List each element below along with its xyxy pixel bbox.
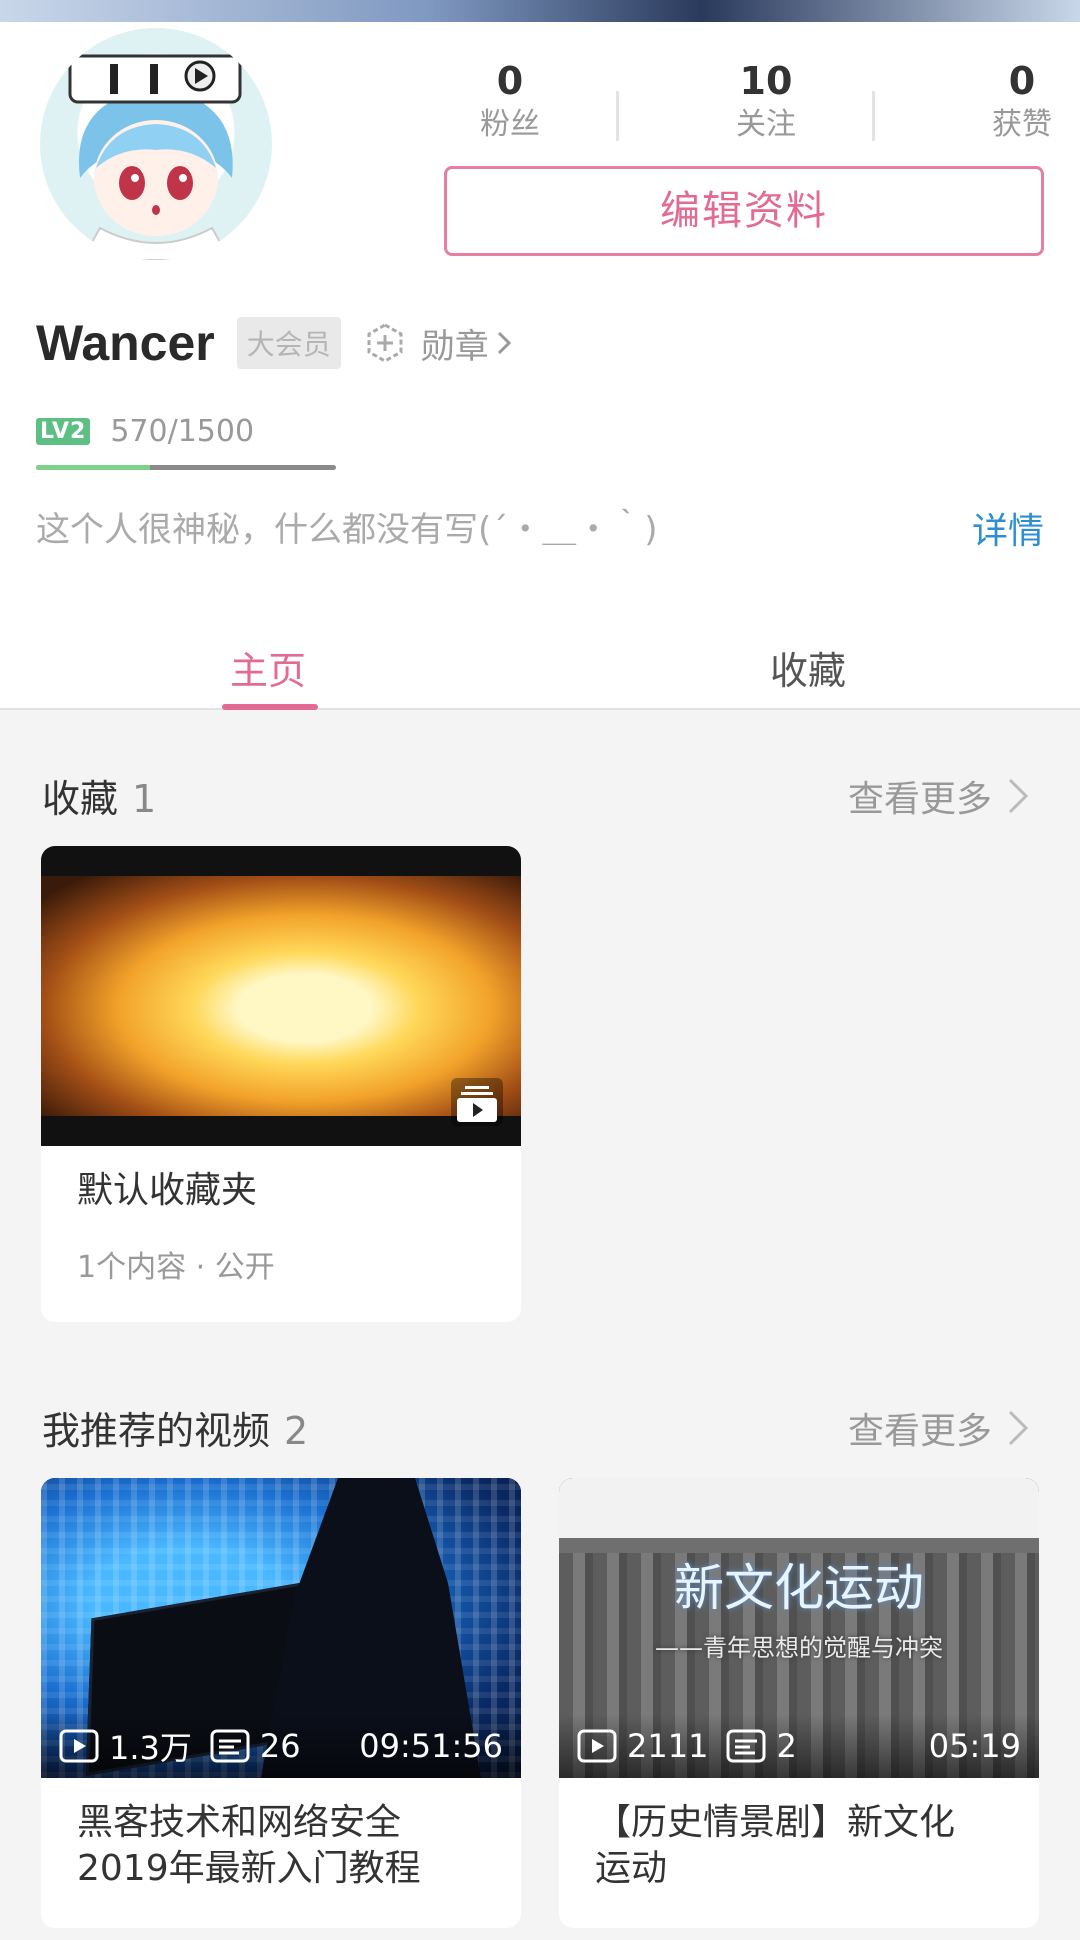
stat-following-value: 10 <box>739 59 793 103</box>
view-count: 2111 <box>577 1727 708 1765</box>
video-title: 黑客技术和网络安全2019年最新入门教程 <box>77 1802 421 1889</box>
detail-link[interactable]: 详情 <box>972 502 1044 554</box>
danmaku-icon <box>726 1729 766 1763</box>
stat-likes-label: 获赞 <box>992 107 1052 142</box>
avatar-illustration <box>68 54 242 260</box>
recommended-more-link[interactable]: 查看更多 <box>848 1402 1030 1454</box>
profile-tabs: 主页 收藏 <box>0 622 1080 710</box>
folder-title: 默认收藏夹 <box>77 1170 258 1211</box>
level-badge: LV2 <box>36 418 91 445</box>
signature: 这个人很神秘，什么都没有写(´・＿・｀) <box>36 510 658 550</box>
view-count: 1.3万 <box>59 1723 192 1769</box>
exp-progress-bar <box>36 465 336 470</box>
active-tab-indicator <box>222 704 318 710</box>
video-meta-overlay: 2111 2 05:19 <box>559 1714 1039 1778</box>
folder-thumbnail-image <box>41 876 521 1116</box>
video-card[interactable]: 新文化运动 ——青年思想的觉醒与冲突 2111 2 05:19 【历史情景剧】新… <box>559 1478 1039 1928</box>
stat-divider <box>616 91 619 141</box>
recommended-title: 我推荐的视频 <box>42 1409 271 1453</box>
view-count-value: 1.3万 <box>109 1729 192 1767</box>
stat-fans[interactable]: 0 粉丝 <box>440 57 580 145</box>
stat-likes[interactable]: 0 获赞 <box>952 57 1080 145</box>
medal-link[interactable]: 勋章 <box>365 319 513 368</box>
folder-subtitle: 1个内容 · 公开 <box>77 1250 275 1285</box>
danmaku-count-value: 26 <box>259 1727 301 1765</box>
recommended-count: 2 <box>284 1409 309 1453</box>
video-duration: 09:51:56 <box>359 1727 503 1765</box>
chevron-right-icon <box>1008 778 1029 814</box>
chevron-right-icon <box>1008 1410 1029 1446</box>
video-thumbnail: 1.3万 26 09:51:56 <box>41 1478 521 1778</box>
name-row: Wancer 大会员 勋章 <box>36 308 513 378</box>
view-count-value: 2111 <box>627 1727 709 1765</box>
video-thumbnail: 新文化运动 ——青年思想的觉醒与冲突 2111 2 05:19 <box>559 1478 1039 1778</box>
exp-text: 570/1500 <box>110 414 255 449</box>
favorites-count: 1 <box>132 777 157 821</box>
username: Wancer <box>36 315 215 371</box>
danmaku-icon <box>210 1729 250 1763</box>
level-row: LV2 570/1500 <box>36 414 254 449</box>
tab-favorites[interactable]: 收藏 <box>770 640 846 695</box>
favorites-title: 收藏 <box>42 777 119 821</box>
vip-badge[interactable]: 大会员 <box>236 317 341 369</box>
stat-likes-value: 0 <box>1008 59 1036 103</box>
thumbnail-title: 新文化运动 <box>674 1559 924 1617</box>
play-count-icon <box>59 1729 99 1763</box>
video-title: 【历史情景剧】新文化运动 <box>595 1802 956 1889</box>
stat-following[interactable]: 10 关注 <box>696 57 836 145</box>
folder-thumbnail <box>41 846 521 1146</box>
stat-fans-label: 粉丝 <box>480 107 540 142</box>
edit-profile-button[interactable]: 编辑资料 <box>444 166 1044 256</box>
profile-banner <box>0 0 1080 22</box>
stat-fans-value: 0 <box>496 59 524 103</box>
danmaku-count: 26 <box>210 1727 301 1765</box>
stat-following-label: 关注 <box>736 107 796 142</box>
profile-header: 0 粉丝 10 关注 0 获赞 编辑资料 Wancer 大会员 勋章 LV2 5… <box>0 22 1080 710</box>
thumbnail-subtitle: ——青年思想的觉醒与冲突 <box>655 1634 943 1662</box>
play-count-icon <box>577 1729 617 1763</box>
favorites-more-link[interactable]: 查看更多 <box>848 770 1030 822</box>
playlist-icon <box>451 1078 503 1126</box>
favorites-more-label: 查看更多 <box>847 779 992 820</box>
medal-label: 勋章 <box>420 326 489 367</box>
video-duration: 05:19 <box>928 1727 1021 1765</box>
chevron-right-icon <box>497 331 511 355</box>
video-meta-overlay: 1.3万 26 09:51:56 <box>41 1714 521 1778</box>
recommended-section-title: 我推荐的视频 2 <box>42 1400 308 1455</box>
favorite-folder-card[interactable]: 默认收藏夹 1个内容 · 公开 <box>41 846 521 1322</box>
recommended-more-label: 查看更多 <box>847 1411 992 1452</box>
danmaku-count: 2 <box>726 1727 797 1765</box>
stat-divider <box>872 91 875 141</box>
tab-home[interactable]: 主页 <box>230 640 306 695</box>
medal-icon <box>367 323 403 363</box>
stats-bar: 0 粉丝 10 关注 0 获赞 <box>440 57 1080 157</box>
favorites-section-title: 收藏 1 <box>42 768 156 823</box>
danmaku-count-value: 2 <box>776 1727 797 1765</box>
video-card[interactable]: 1.3万 26 09:51:56 黑客技术和网络安全2019年最新入门教程 <box>41 1478 521 1928</box>
avatar[interactable] <box>36 24 276 264</box>
exp-progress-fill <box>36 465 150 470</box>
